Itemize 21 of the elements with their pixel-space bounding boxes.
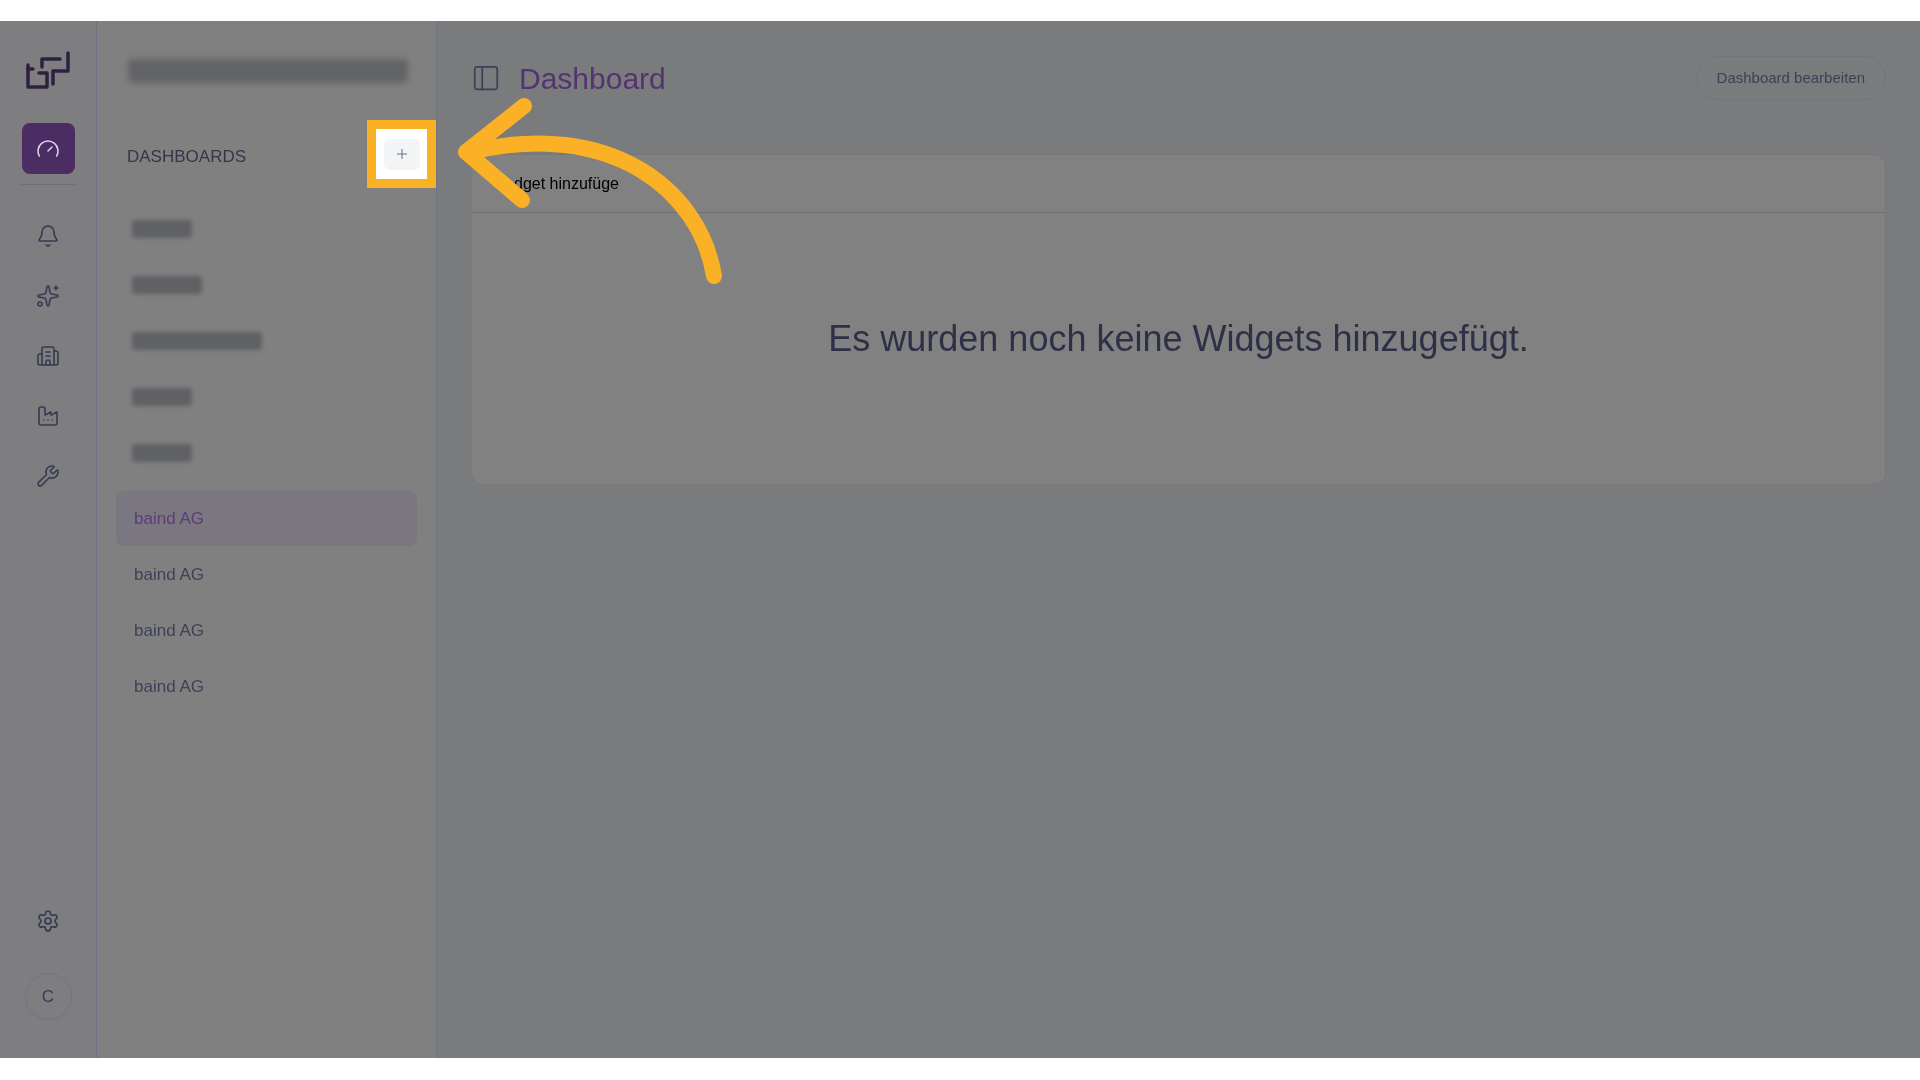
- bell-icon: [36, 224, 60, 248]
- dashboard-item[interactable]: baind AG: [116, 491, 417, 546]
- page-title: Dashboard: [519, 60, 666, 97]
- settings-icon[interactable]: [36, 909, 60, 933]
- dashboard-item[interactable]: baind AG: [116, 659, 417, 714]
- section-heading: DASHBOARDS: [126, 146, 247, 169]
- sparkles-icon: [36, 284, 60, 308]
- empty-message: Es wurden noch keine Widgets hinzugefügt.: [828, 316, 1529, 361]
- blurred-item: [132, 444, 192, 462]
- wrench-icon: [36, 464, 60, 488]
- factory-icon: [36, 404, 60, 428]
- add-dashboard-button[interactable]: [383, 138, 420, 170]
- sidebar-toggle-icon[interactable]: [471, 63, 501, 93]
- blurred-item: [132, 388, 192, 406]
- blurred-item: [132, 220, 192, 238]
- logo: [25, 51, 71, 91]
- dashboard-item[interactable]: baind AG: [116, 603, 417, 658]
- dashboard-item[interactable]: baind AG: [116, 547, 417, 602]
- nav-button[interactable]: [21, 123, 75, 174]
- blurred-item: [132, 276, 202, 294]
- buildings-icon: [36, 344, 60, 368]
